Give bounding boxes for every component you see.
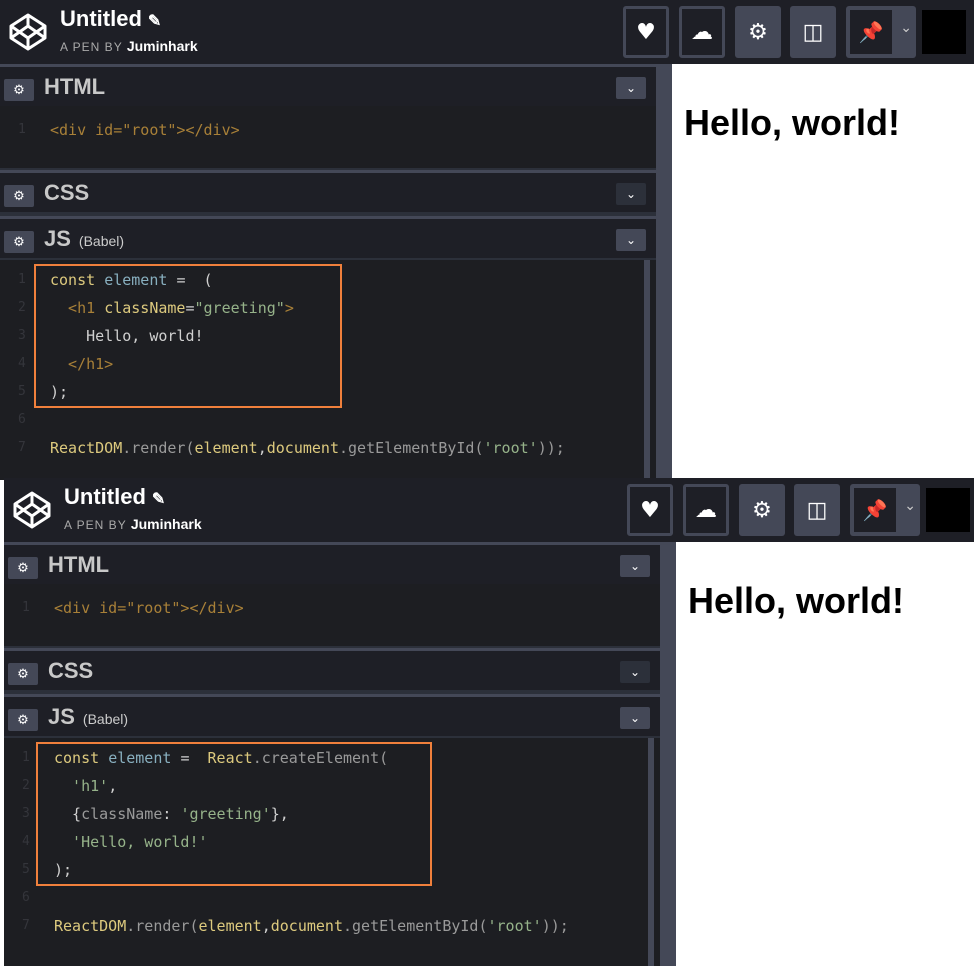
settings-button[interactable]: ⚙ xyxy=(735,6,781,58)
html-settings-gear-icon[interactable]: ⚙ xyxy=(8,557,38,579)
preview-heading: Hello, world! xyxy=(688,580,904,621)
result-preview: Hello, world! xyxy=(672,66,974,480)
editor-scrollbar[interactable] xyxy=(644,260,650,480)
html-editor-title: HTML xyxy=(44,74,106,99)
css-collapse-chevron-icon[interactable]: ⌄ xyxy=(616,183,646,205)
cloud-icon: ☁ xyxy=(695,497,717,523)
pen-byline: A PEN BY Juminhark xyxy=(60,38,198,54)
pencil-icon[interactable]: ✎ xyxy=(152,491,165,508)
change-view-button[interactable]: ◫ xyxy=(790,6,836,58)
pen-title[interactable]: Untitled ✎ xyxy=(60,6,161,32)
cloud-icon: ☁ xyxy=(691,19,713,45)
html-code[interactable]: 1 <div id="root"></div> xyxy=(0,106,656,168)
js-collapse-chevron-icon[interactable]: ⌄ xyxy=(620,707,650,729)
js-preprocessor-note: (Babel) xyxy=(82,711,129,727)
js-collapse-chevron-icon[interactable]: ⌄ xyxy=(616,229,646,251)
preview-icon: ◫ xyxy=(802,19,824,45)
css-editor-title: CSS xyxy=(44,180,90,205)
editor-resize-divider[interactable] xyxy=(660,542,676,966)
pen-title[interactable]: Untitled ✎ xyxy=(64,484,165,510)
codepen-pane-createelement: Untitled ✎ A PEN BY Juminhark ♥ ☁ ⚙ ◫ 📌 ⌄… xyxy=(4,478,974,966)
avatar[interactable] xyxy=(922,10,966,54)
preview-heading: Hello, world! xyxy=(684,102,900,143)
css-collapse-chevron-icon[interactable]: ⌄ xyxy=(620,661,650,683)
top-bar: Untitled ✎ A PEN BY Juminhark ♥ ☁ ⚙ ◫ 📌 ⌄ xyxy=(0,0,974,64)
css-editor-header: ⚙ CSS ⌄ xyxy=(4,648,660,690)
css-editor-title: CSS xyxy=(48,658,94,683)
cloud-button[interactable]: ☁ xyxy=(679,6,725,58)
html-collapse-chevron-icon[interactable]: ⌄ xyxy=(620,555,650,577)
gear-icon: ⚙ xyxy=(752,497,772,523)
pin-icon: 📌 xyxy=(854,488,896,532)
js-preprocessor-note: (Babel) xyxy=(78,233,125,249)
codepen-logo-icon[interactable] xyxy=(8,12,48,52)
heart-icon: ♥ xyxy=(640,497,660,523)
editor-scrollbar[interactable] xyxy=(648,738,654,966)
settings-button[interactable]: ⚙ xyxy=(739,484,785,536)
gear-icon: ⚙ xyxy=(748,19,768,45)
js-editor-title: JS (Babel) xyxy=(48,704,129,729)
css-settings-gear-icon[interactable]: ⚙ xyxy=(8,663,38,685)
pin-icon: 📌 xyxy=(850,10,892,54)
change-view-button[interactable]: ◫ xyxy=(794,484,840,536)
highlight-box xyxy=(34,264,342,408)
pin-button[interactable]: 📌 ⌄ xyxy=(850,484,920,536)
html-code-line[interactable]: <div id="root"></div> xyxy=(50,116,240,144)
js-editor-header: ⚙ JS (Babel) ⌄ xyxy=(4,694,660,736)
cloud-button[interactable]: ☁ xyxy=(683,484,729,536)
js-settings-gear-icon[interactable]: ⚙ xyxy=(4,231,34,253)
html-settings-gear-icon[interactable]: ⚙ xyxy=(4,79,34,101)
avatar[interactable] xyxy=(926,488,970,532)
pen-byline: A PEN BY Juminhark xyxy=(64,516,202,532)
top-bar: Untitled ✎ A PEN BY Juminhark ♥ ☁ ⚙ ◫ 📌 ⌄ xyxy=(4,478,974,542)
pencil-icon[interactable]: ✎ xyxy=(148,13,161,30)
author-name[interactable]: Juminhark xyxy=(131,516,202,532)
html-editor-title: HTML xyxy=(48,552,110,577)
editor-column: ⚙ HTML ⌄ 1 <div id="root"></div> ⚙ CSS ⌄ … xyxy=(4,542,660,966)
html-code[interactable]: 1 <div id="root"></div> xyxy=(4,584,660,646)
js-code[interactable]: 1 const element = ( 2 <h1 className="gree… xyxy=(0,260,656,480)
css-editor-header: ⚙ CSS ⌄ xyxy=(0,170,656,212)
result-preview: Hello, world! xyxy=(676,544,974,966)
heart-button[interactable]: ♥ xyxy=(627,484,673,536)
js-settings-gear-icon[interactable]: ⚙ xyxy=(8,709,38,731)
html-code-line[interactable]: <div id="root"></div> xyxy=(54,594,244,622)
html-collapse-chevron-icon[interactable]: ⌄ xyxy=(616,77,646,99)
chevron-down-icon[interactable]: ⌄ xyxy=(900,20,912,36)
codepen-pane-jsx: Untitled ✎ A PEN BY Juminhark ♥ ☁ ⚙ ◫ 📌 ⌄… xyxy=(0,0,974,480)
heart-button[interactable]: ♥ xyxy=(623,6,669,58)
chevron-down-icon[interactable]: ⌄ xyxy=(904,498,916,514)
editor-column: ⚙ HTML ⌄ 1 <div id="root"></div> ⚙ CSS ⌄ … xyxy=(0,64,656,480)
codepen-logo-icon[interactable] xyxy=(12,490,52,530)
html-editor-header: ⚙ HTML ⌄ xyxy=(0,64,656,106)
preview-icon: ◫ xyxy=(806,497,828,523)
editor-resize-divider[interactable] xyxy=(656,64,672,480)
html-editor-header: ⚙ HTML ⌄ xyxy=(4,542,660,584)
js-editor-header: ⚙ JS (Babel) ⌄ xyxy=(0,216,656,258)
heart-icon: ♥ xyxy=(636,19,656,45)
css-settings-gear-icon[interactable]: ⚙ xyxy=(4,185,34,207)
js-editor-title: JS (Babel) xyxy=(44,226,125,251)
pin-button[interactable]: 📌 ⌄ xyxy=(846,6,916,58)
author-name[interactable]: Juminhark xyxy=(127,38,198,54)
highlight-box xyxy=(36,742,432,886)
js-code[interactable]: 1 const element = React.createElement( 2 … xyxy=(4,738,660,966)
